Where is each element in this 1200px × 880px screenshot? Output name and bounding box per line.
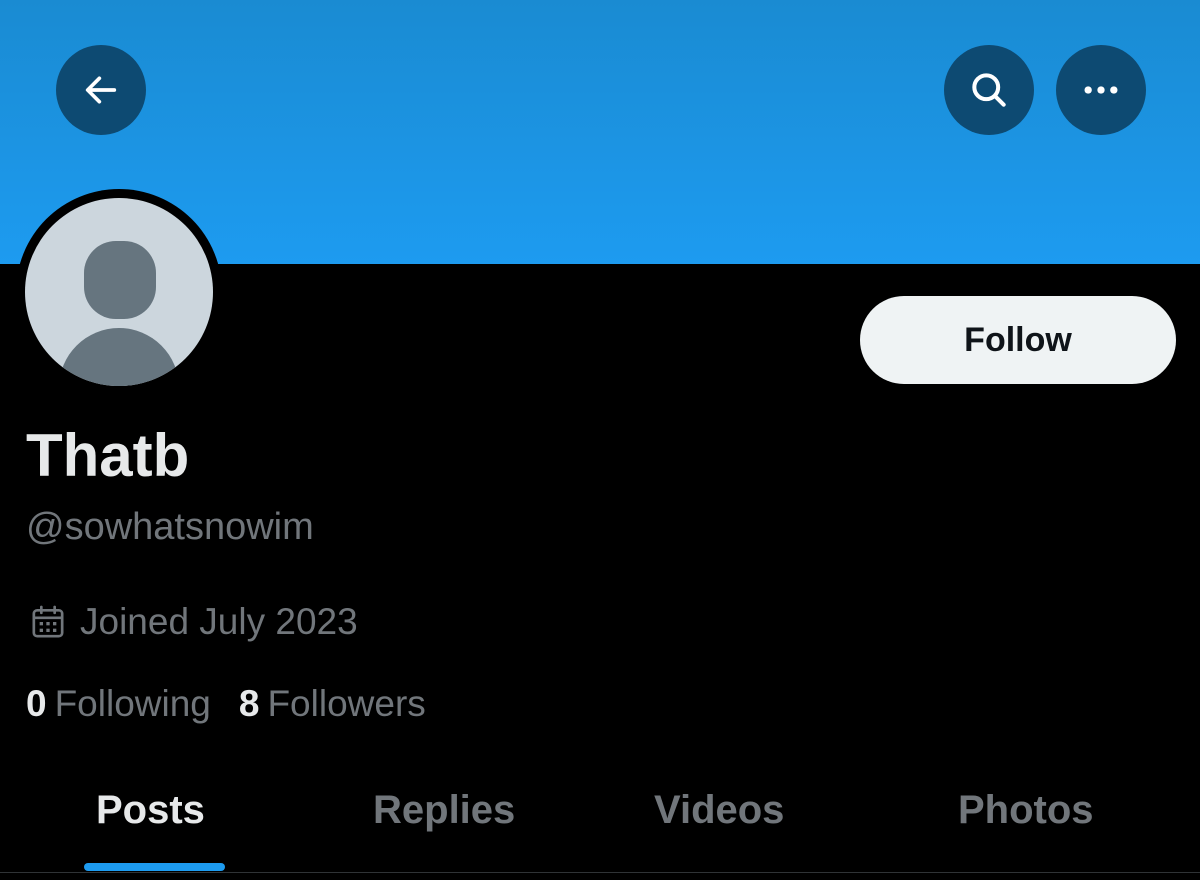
back-button[interactable] xyxy=(56,45,146,135)
follow-stats: 0 Following 8 Followers xyxy=(26,680,426,728)
profile-tabs: Posts Replies Videos Photos xyxy=(0,760,1200,871)
display-name: Thatb xyxy=(26,422,190,489)
calendar-icon xyxy=(32,605,64,638)
joined-date: Joined July 2023 xyxy=(28,598,358,646)
following-link[interactable]: 0 Following xyxy=(26,680,211,728)
active-tab-indicator xyxy=(84,863,225,871)
followers-count: 8 xyxy=(238,683,260,724)
default-avatar-icon xyxy=(25,198,213,386)
search-icon xyxy=(972,73,1006,107)
tab-photos[interactable]: Photos xyxy=(958,782,1094,838)
search-button[interactable] xyxy=(944,45,1034,135)
tab-posts[interactable]: Posts xyxy=(96,782,205,838)
followers-label: Followers xyxy=(267,683,426,724)
avatar[interactable] xyxy=(16,189,222,395)
profile-page: Follow Thatb @sowhatsnowim Joined July 2… xyxy=(0,0,1200,880)
arrow-left-icon xyxy=(85,76,117,104)
following-count: 0 xyxy=(26,683,47,724)
tab-videos[interactable]: Videos xyxy=(654,782,784,838)
more-options-button[interactable] xyxy=(1056,45,1146,135)
tab-replies[interactable]: Replies xyxy=(373,782,515,838)
tabs-divider xyxy=(0,872,1200,873)
following-label: Following xyxy=(54,683,211,724)
followers-link[interactable]: 8 Followers xyxy=(239,680,426,728)
user-handle: @sowhatsnowim xyxy=(26,506,314,548)
more-horizontal-icon xyxy=(1084,86,1118,94)
follow-button[interactable]: Follow xyxy=(860,296,1176,384)
avatar-body-shape xyxy=(59,328,179,386)
joined-label: Joined July 2023 xyxy=(80,601,358,642)
avatar-head-shape xyxy=(84,241,156,319)
